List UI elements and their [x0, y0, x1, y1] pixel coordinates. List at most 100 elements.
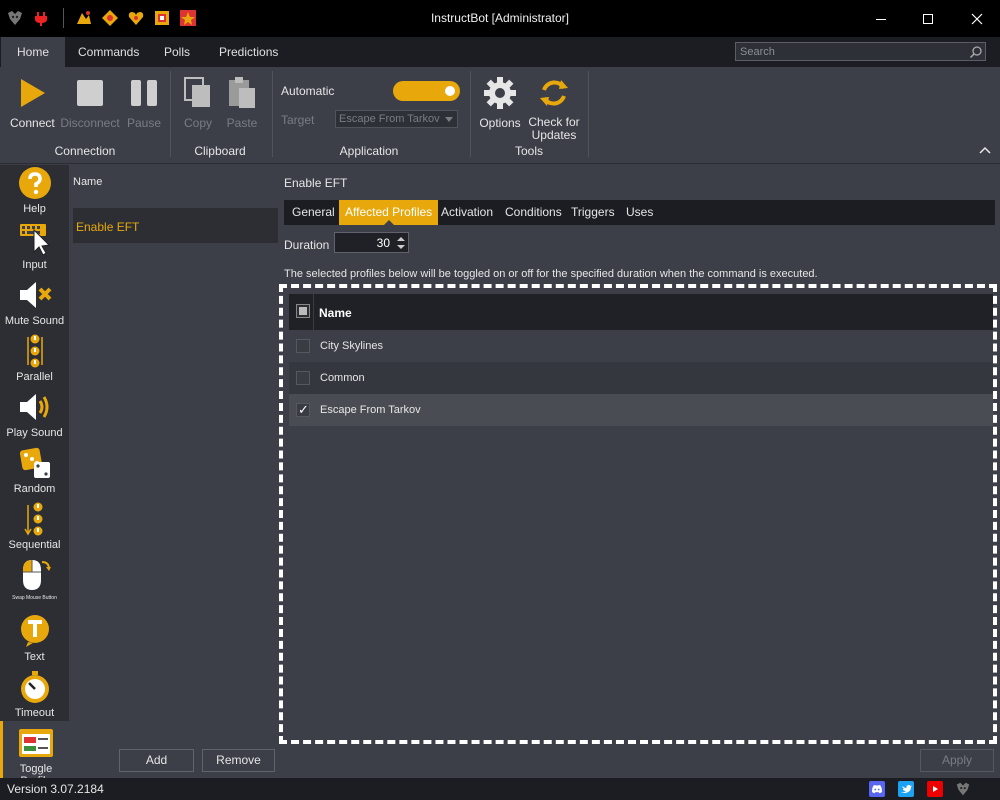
check-updates-label-2: Updates — [531, 128, 577, 142]
sidebar-item-parallel[interactable]: Parallel — [0, 333, 69, 383]
quick-poll-icon[interactable] — [101, 9, 119, 27]
twitter-icon[interactable] — [898, 781, 914, 797]
tab-home[interactable]: Home — [1, 37, 66, 67]
speaker-icon — [17, 389, 53, 425]
duration-value: 30 — [376, 236, 390, 250]
options-button[interactable]: Options — [478, 75, 522, 130]
app-logo-icon[interactable] — [955, 781, 971, 797]
automatic-toggle[interactable] — [393, 81, 460, 101]
keyboard-cursor-icon — [17, 221, 53, 257]
ribbon-separator — [588, 71, 589, 157]
maximize-button[interactable] — [905, 0, 951, 37]
window-title: InstructBot [Administrator] — [430, 11, 570, 25]
target-select[interactable]: Escape From Tarkov — [335, 110, 458, 128]
chevron-up-icon[interactable] — [978, 143, 992, 157]
sequential-icon — [17, 501, 53, 537]
tab-conditions[interactable]: Conditions — [499, 200, 568, 225]
tab-affected-profiles[interactable]: Affected Profiles — [339, 200, 439, 225]
search-input[interactable] — [735, 42, 986, 61]
duration-stepper[interactable]: 30 — [334, 232, 409, 253]
copy-label: Copy — [183, 116, 212, 130]
sequential-label: Sequential — [8, 539, 61, 551]
paste-icon — [224, 75, 260, 111]
timeout-label: Timeout — [14, 707, 55, 719]
apply-button[interactable]: Apply — [920, 749, 994, 772]
text-icon — [17, 613, 53, 649]
select-all-checkbox[interactable] — [296, 304, 310, 318]
discord-icon[interactable] — [869, 781, 885, 797]
quick-star-icon[interactable] — [179, 9, 197, 27]
ribbon: Connect Disconnect Pause Connection Copy… — [0, 67, 1000, 164]
tab-triggers[interactable]: Triggers — [565, 200, 621, 225]
clipboard-group-label: Clipboard — [194, 144, 246, 158]
sidebar-item-timeout[interactable]: Timeout — [0, 669, 69, 719]
sidebar-item-sequential[interactable]: Sequential — [0, 501, 69, 551]
profile-checkbox[interactable]: ✓ — [296, 402, 310, 417]
gear-icon — [482, 75, 518, 111]
stopwatch-icon — [17, 669, 53, 705]
application-group-label: Application — [339, 144, 399, 158]
search-icon[interactable] — [969, 45, 983, 59]
sidebar-item-play-sound[interactable]: Play Sound — [0, 389, 69, 439]
command-list-panel: Name Enable EFT Add Remove — [69, 165, 279, 778]
sidebar-item-swap-mouse-button[interactable]: Swap Mouse Button — [0, 557, 69, 601]
sidebar-item-mute-sound[interactable]: Mute Sound — [0, 277, 69, 327]
chevron-down-icon — [445, 117, 453, 122]
text-label: Text — [24, 651, 45, 663]
quick-command-icon[interactable] — [75, 9, 93, 27]
plug-icon[interactable] — [32, 9, 50, 27]
tab-general[interactable]: General — [286, 200, 341, 225]
toggle-profile-icon — [18, 725, 54, 761]
sidebar-item-random[interactable]: Random — [0, 445, 69, 495]
sidebar-item-help[interactable]: Help — [0, 165, 69, 215]
youtube-icon[interactable] — [927, 781, 943, 797]
input-label: Input — [22, 259, 47, 271]
connect-button[interactable]: Connect — [10, 75, 55, 130]
sidebar-item-input[interactable]: Input — [0, 221, 69, 271]
play-icon — [14, 75, 50, 111]
options-label: Options — [479, 116, 521, 130]
spin-up-icon[interactable] — [397, 237, 405, 241]
swap-mouse-button-label: Swap Mouse Button — [12, 595, 57, 601]
header-divider — [313, 294, 314, 330]
menu-bar: Home Commands Polls Predictions — [0, 37, 1000, 67]
quick-heart-icon[interactable] — [127, 9, 145, 27]
quick-prediction-icon[interactable] — [153, 9, 171, 27]
paste-button[interactable]: Paste — [222, 75, 262, 130]
add-button[interactable]: Add — [119, 749, 194, 772]
check-updates-button[interactable]: Check for Updates — [526, 75, 582, 142]
tab-commands[interactable]: Commands — [62, 37, 155, 67]
list-item[interactable]: Enable EFT — [73, 208, 278, 243]
remove-button[interactable]: Remove — [202, 749, 275, 772]
pause-button[interactable]: Pause — [124, 75, 164, 130]
ribbon-separator — [272, 71, 273, 157]
sidebar-item-toggle-profile[interactable]: Toggle Profile — [0, 721, 69, 787]
stop-icon — [72, 75, 108, 111]
paste-label: Paste — [226, 116, 258, 130]
mute-sound-label: Mute Sound — [4, 315, 65, 327]
target-label: Target — [281, 113, 315, 127]
close-button[interactable] — [954, 0, 1000, 37]
tab-activation[interactable]: Activation — [435, 200, 499, 225]
profiles-header: Name — [289, 294, 993, 330]
profile-checkbox[interactable] — [296, 339, 310, 353]
indeterminate-mark — [299, 307, 307, 315]
minimize-button[interactable] — [858, 0, 904, 37]
version-label: Version 3.07.2184 — [7, 782, 104, 796]
table-row[interactable]: Common — [289, 362, 993, 394]
tab-polls[interactable]: Polls — [148, 37, 206, 67]
connection-group-label: Connection — [54, 144, 116, 158]
table-row[interactable]: ✓ Escape From Tarkov — [289, 394, 993, 426]
parallel-label: Parallel — [16, 371, 53, 383]
sidebar-item-text[interactable]: Text — [0, 613, 69, 663]
copy-icon — [180, 75, 216, 111]
disconnect-button[interactable]: Disconnect — [60, 75, 120, 130]
profile-checkbox[interactable] — [296, 371, 310, 385]
ribbon-separator — [470, 71, 471, 157]
target-value: Escape From Tarkov — [339, 113, 440, 125]
tab-uses[interactable]: Uses — [620, 200, 659, 225]
spin-down-icon[interactable] — [397, 245, 405, 249]
tab-predictions[interactable]: Predictions — [203, 37, 294, 67]
table-row[interactable]: City Skylines — [289, 330, 993, 362]
copy-button[interactable]: Copy — [178, 75, 218, 130]
